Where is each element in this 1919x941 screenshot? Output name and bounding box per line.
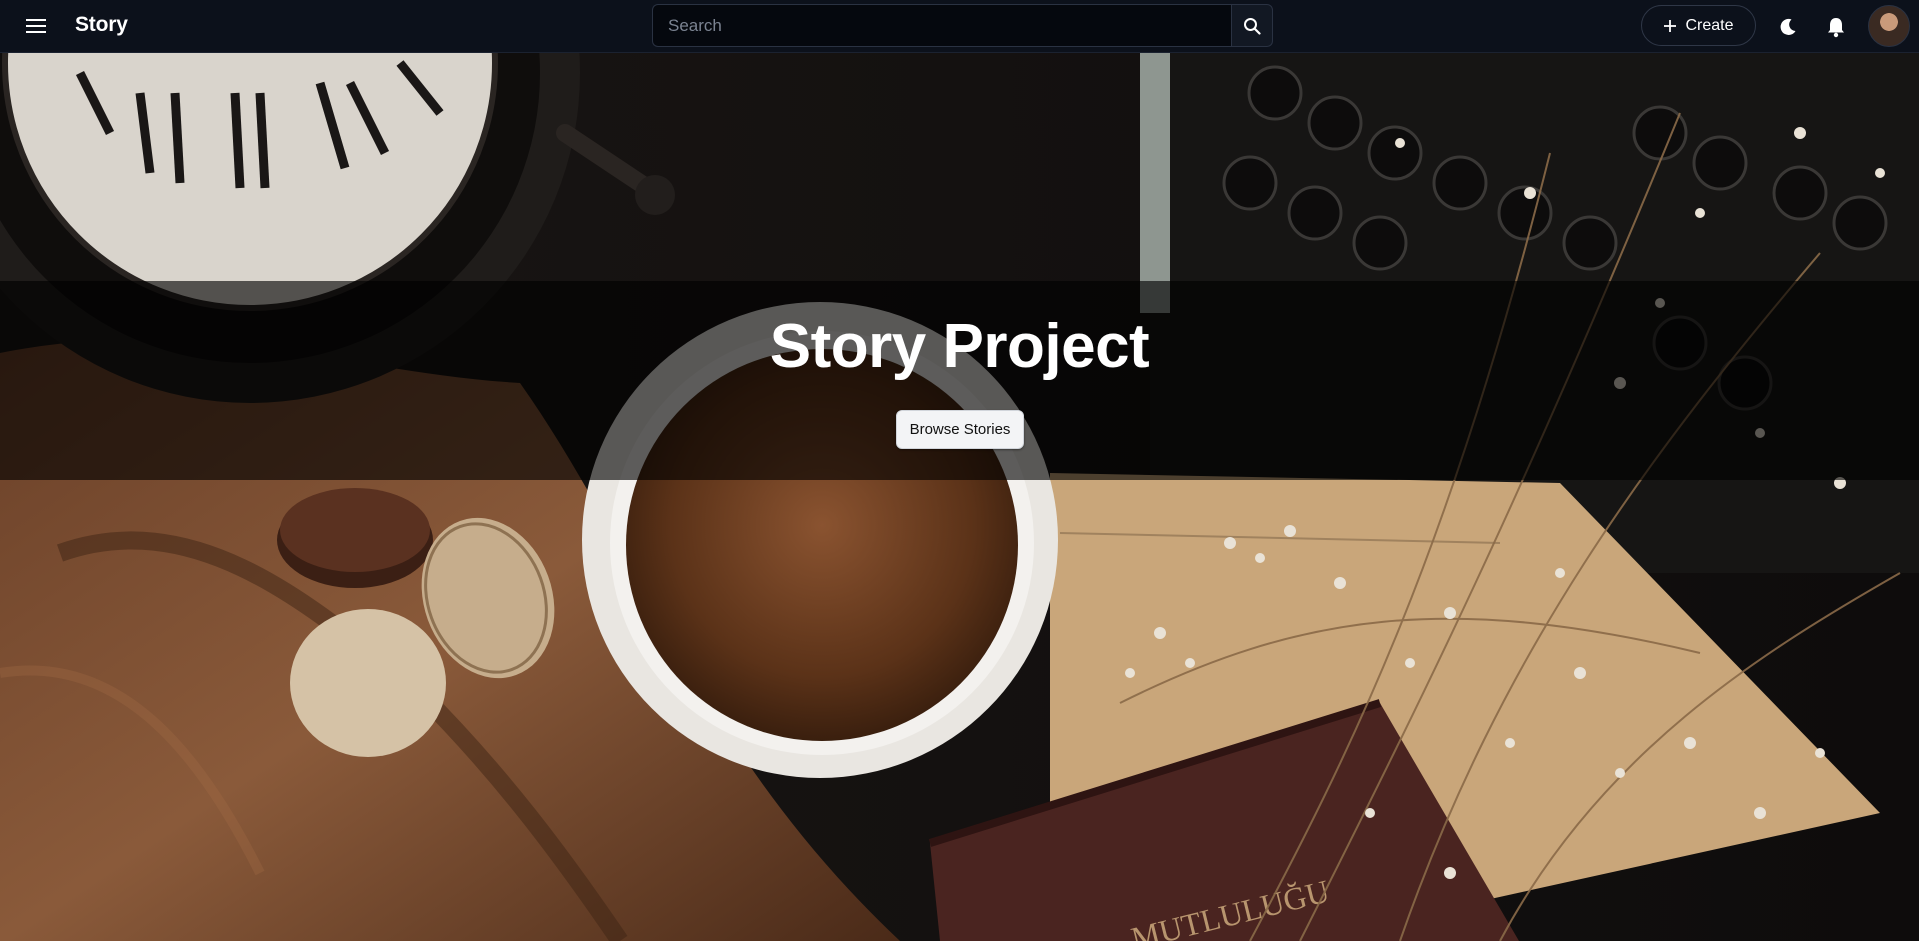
menu-icon [26, 19, 46, 33]
theme-toggle-button[interactable] [1774, 13, 1802, 41]
create-button-label: Create [1685, 16, 1734, 34]
hero-background-image: MUTLULUĞU [0, 53, 1919, 941]
notifications-button[interactable] [1822, 13, 1850, 41]
create-button[interactable]: Create [1641, 5, 1756, 46]
bell-icon [1828, 18, 1844, 38]
search-bar [652, 4, 1273, 47]
hero-section: MUTLULUĞU Story Project Browse Stories [0, 53, 1919, 941]
moon-icon [1780, 18, 1796, 35]
brand-logo[interactable]: Story [75, 13, 128, 37]
user-avatar[interactable] [1868, 5, 1910, 47]
browse-stories-button[interactable]: Browse Stories [896, 410, 1024, 449]
plus-icon [1664, 19, 1677, 32]
search-input[interactable] [652, 4, 1231, 47]
top-navbar: Story Create [0, 0, 1919, 53]
hero-title: Story Project [769, 312, 1150, 381]
search-icon [1244, 17, 1261, 35]
menu-button[interactable] [22, 14, 50, 38]
search-button[interactable] [1231, 4, 1273, 47]
